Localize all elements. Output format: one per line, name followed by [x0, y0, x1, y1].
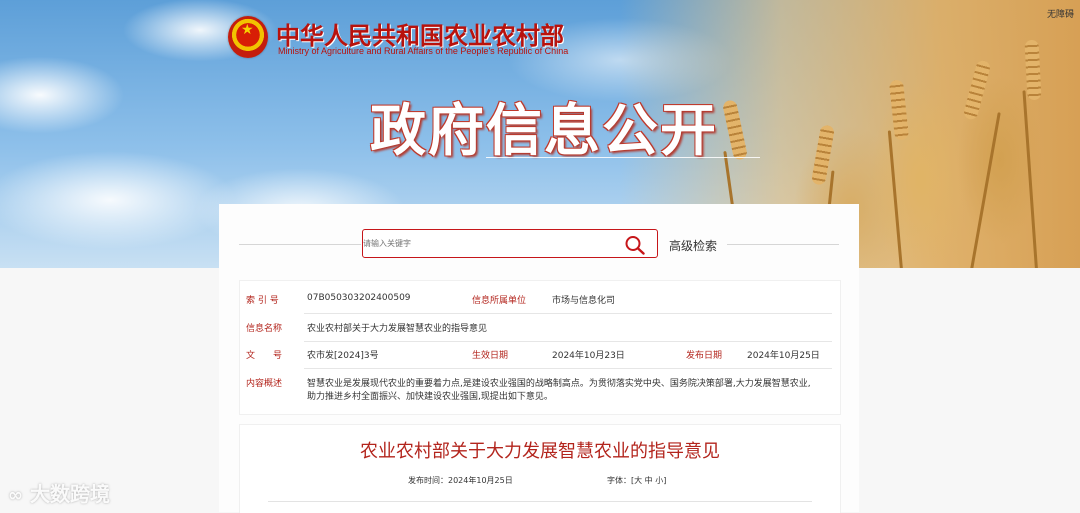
watermark: ∞ 大数跨境 — [8, 478, 110, 507]
owner-unit-label: 信息所属单位 — [472, 296, 527, 306]
publish-date-label: 发布日期 — [686, 351, 723, 361]
search-input[interactable] — [363, 230, 613, 257]
publish-time-value: 2024年10月25日 — [448, 476, 513, 485]
content-panel: 高级检索 索 引 号 07B050303202400509 信息所属单位 市场与… — [219, 204, 859, 513]
search-box — [362, 229, 658, 258]
summary-text-line1: 智慧农业是发展现代农业的重要着力点,是建设农业强国的战略制高点。为贯彻落实党中央… — [307, 379, 811, 389]
font-size-switcher: 字体：[大 中 小] — [607, 475, 666, 486]
index-number-value: 07B050303202400509 — [307, 293, 411, 303]
title-underline — [486, 157, 760, 158]
bracket-close: ] — [663, 476, 667, 485]
ministry-english-name: Ministry of Agriculture and Rural Affair… — [278, 46, 569, 56]
accessibility-link[interactable]: 无障碍 — [1047, 7, 1074, 20]
summary-text-line2: 助力推进乡村全面振兴、加快建设农业强国,现提出如下意见。 — [307, 392, 553, 402]
index-number-label: 索 引 号 — [246, 296, 279, 306]
info-name-value: 农业农村部关于大力发展智慧农业的指导意见 — [307, 324, 488, 334]
publish-time: 发布时间：2024年10月25日 — [408, 475, 513, 486]
doc-number-label: 文 号 — [246, 351, 283, 361]
effective-date-value: 2024年10月23日 — [552, 351, 625, 361]
advanced-search-link[interactable]: 高级检索 — [669, 237, 717, 254]
watermark-logo-icon: ∞ — [8, 485, 23, 506]
document-info-table: 索 引 号 07B050303202400509 信息所属单位 市场与信息化司 … — [239, 280, 841, 415]
article-title: 农业农村部关于大力发展智慧农业的指导意见 — [360, 441, 720, 462]
divider — [239, 244, 361, 245]
summary-label: 内容概述 — [246, 379, 283, 389]
row-divider — [304, 341, 832, 342]
search-icon[interactable] — [624, 235, 646, 255]
info-name-label: 信息名称 — [246, 324, 283, 334]
page-title: 政府信息公开 — [370, 99, 718, 164]
doc-number-value: 农市发[2024]3号 — [307, 351, 379, 361]
divider — [727, 244, 839, 245]
publish-time-label: 发布时间： — [408, 476, 448, 485]
font-medium-button[interactable]: 中 — [645, 476, 653, 485]
publish-date-value: 2024年10月25日 — [747, 351, 820, 361]
font-large-button[interactable]: 大 — [634, 476, 642, 485]
article: 农业农村部关于大力发展智慧农业的指导意见 发布时间：2024年10月25日 字体… — [239, 424, 841, 513]
font-size-label: 字体： — [607, 476, 631, 485]
watermark-text: 大数跨境 — [29, 482, 110, 506]
article-divider — [268, 501, 812, 502]
row-divider — [304, 313, 832, 314]
search-bar: 高级检索 — [219, 204, 859, 270]
owner-unit-value: 市场与信息化司 — [552, 296, 616, 306]
national-emblem-icon — [228, 16, 268, 58]
row-divider — [304, 368, 832, 369]
effective-date-label: 生效日期 — [472, 351, 509, 361]
